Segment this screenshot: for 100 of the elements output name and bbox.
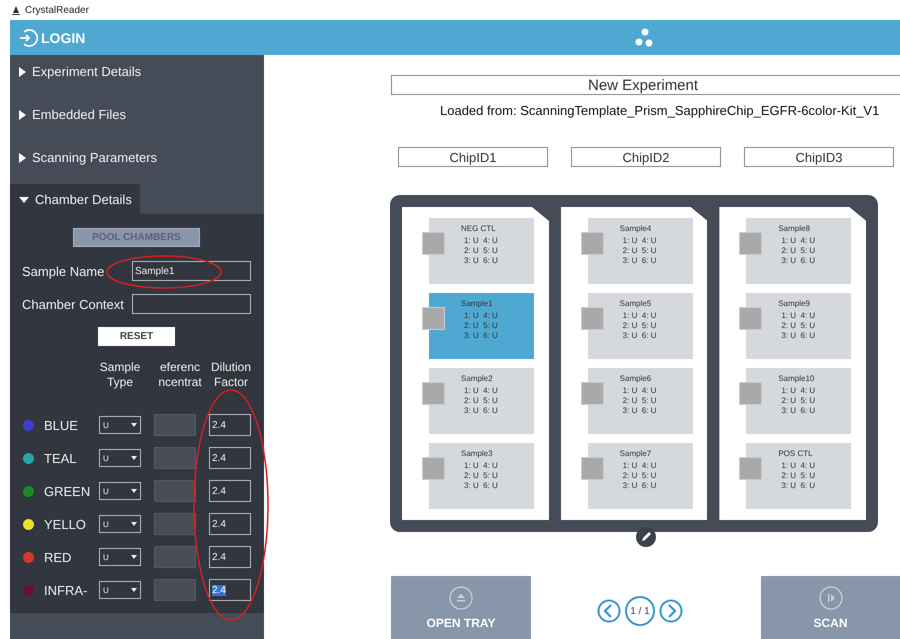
chamber-readout: 2: U 5: U	[622, 246, 656, 256]
chamber-readout: 1: U 4: U	[780, 461, 816, 471]
input-field[interactable]: 2.4	[209, 513, 251, 535]
input-field[interactable]	[154, 513, 196, 535]
chamber-thumbnail	[739, 382, 762, 405]
eject-icon	[449, 586, 473, 610]
channel-name: YELLO	[44, 516, 87, 532]
sidebar-section-header[interactable]: Embedded Files	[10, 98, 264, 141]
input-field[interactable]: 2.4	[209, 579, 251, 601]
chamber-thumbnail	[739, 457, 762, 480]
chamber-name: Sample4	[620, 224, 652, 234]
chamber-readout: 1: U 4: U	[463, 311, 498, 321]
sidebar-section-header[interactable]: Scanning Parameters	[10, 141, 264, 184]
chamber-thumbnail	[739, 307, 762, 330]
sample-type-dropdown[interactable]: U	[99, 548, 141, 566]
chamber-name: Sample2	[461, 374, 493, 384]
sidebar-section-header[interactable]: Experiment Details	[10, 55, 264, 98]
chamber-readout: 3: U 6: U	[463, 256, 498, 266]
chamber-name: Sample8	[778, 224, 810, 234]
input-field[interactable]	[154, 447, 196, 469]
input-field[interactable]: 2.4	[209, 480, 251, 502]
sample-type-dropdown[interactable]: U	[99, 515, 141, 533]
chamber-readout: 3: U 6: U	[622, 481, 656, 491]
chamber-thumbnail	[422, 457, 445, 480]
chamber-tile[interactable]	[746, 368, 852, 434]
caret-right-icon	[19, 153, 26, 163]
sample-type-dropdown[interactable]: U	[99, 581, 141, 599]
channel-name: RED	[44, 550, 72, 564]
chamber-thumbnail	[422, 232, 445, 255]
input-field[interactable]	[154, 546, 196, 568]
chamber-readout: 2: U 5: U	[780, 396, 816, 406]
page-indicator: 1 / 1	[625, 596, 655, 626]
chamber-tile[interactable]	[588, 368, 693, 434]
previous-page-button[interactable]	[597, 599, 621, 623]
chamber-tile[interactable]	[429, 368, 534, 434]
input-field[interactable]	[154, 480, 196, 502]
chamber-readout: 2: U 5: U	[463, 246, 498, 256]
input-field[interactable]: Sample1	[132, 261, 251, 281]
chamber-readout: 1: U 4: U	[622, 311, 656, 321]
chamber-name: Sample1	[461, 299, 493, 309]
chamber-tile[interactable]	[429, 293, 534, 359]
chamber-readout: 2: U 5: U	[780, 246, 816, 256]
chamber-tile[interactable]	[746, 293, 852, 359]
chip-id-field[interactable]: ChipID1	[398, 147, 548, 167]
input-field[interactable]: 2.4	[209, 414, 251, 436]
chamber-name: Sample10	[778, 374, 814, 384]
chamber-thumbnail	[739, 232, 762, 255]
chamber-readout: 2: U 5: U	[463, 396, 498, 406]
chamber-name: NEG CTL	[461, 224, 496, 234]
sample-type-dropdown[interactable]: U	[99, 416, 141, 434]
chamber-readout: 2: U 5: U	[622, 396, 656, 406]
chamber-readout: 3: U 6: U	[780, 331, 816, 341]
chamber-readout: 2: U 5: U	[780, 321, 816, 331]
chamber-name: Sample6	[620, 374, 652, 384]
input-field[interactable]	[154, 414, 196, 436]
chamber-name: POS CTL	[778, 449, 813, 459]
chamber-tile[interactable]	[429, 443, 534, 509]
column-header: Dilution Factor	[210, 360, 252, 390]
molecule-icon	[634, 28, 654, 48]
dropdown-arrow-icon	[131, 588, 137, 592]
chamber-tile[interactable]	[588, 293, 693, 359]
chamber-tile[interactable]	[588, 443, 693, 509]
sample-type-dropdown[interactable]: U	[99, 449, 141, 467]
dropdown-arrow-icon	[131, 522, 137, 526]
chip-id-field[interactable]: ChipID3	[744, 147, 894, 167]
channel-name: TEAL	[44, 450, 78, 466]
input-field[interactable]: 2.4	[209, 546, 251, 568]
sidebar-section-header[interactable]: Chamber Details	[10, 184, 140, 214]
chamber-readout: 1: U 4: U	[622, 236, 656, 246]
dropdown-arrow-icon	[131, 555, 137, 559]
next-page-button[interactable]	[659, 599, 683, 623]
chamber-readout: 3: U 6: U	[622, 256, 656, 266]
reset-button[interactable]: RESET	[98, 327, 175, 346]
caret-right-icon	[19, 67, 26, 77]
chamber-readout: 3: U 6: U	[780, 406, 816, 416]
caret-down-icon	[19, 196, 29, 204]
experiment-name-field[interactable]: New Experiment	[391, 75, 900, 95]
chamber-thumbnail	[580, 232, 604, 255]
sample-type-dropdown[interactable]: U	[99, 482, 141, 500]
chamber-thumbnail	[580, 307, 604, 330]
pencil-icon[interactable]	[636, 527, 656, 547]
chamber-readout: 1: U 4: U	[780, 311, 816, 321]
chamber-tile[interactable]	[746, 443, 852, 509]
chamber-readout: 2: U 5: U	[463, 471, 498, 481]
chamber-tile[interactable]	[746, 218, 852, 284]
input-field[interactable]	[154, 579, 196, 601]
chamber-readout: 1: U 4: U	[463, 236, 498, 246]
chamber-tile[interactable]	[588, 218, 693, 284]
chamber-readout: 3: U 6: U	[780, 481, 816, 491]
chip-id-field[interactable]: ChipID2	[571, 147, 721, 167]
chamber-readout: 2: U 5: U	[622, 471, 656, 481]
channel-name: INFRA-	[44, 582, 88, 598]
chamber-name: Sample7	[620, 449, 652, 459]
chamber-name: Sample3	[461, 449, 493, 459]
dropdown-arrow-icon	[131, 456, 137, 460]
input-field[interactable]	[132, 294, 251, 314]
chamber-tile[interactable]	[429, 218, 534, 284]
chamber-name: Sample9	[778, 299, 810, 309]
chamber-readout: 3: U 6: U	[780, 256, 816, 266]
input-field[interactable]: 2.4	[209, 447, 251, 469]
